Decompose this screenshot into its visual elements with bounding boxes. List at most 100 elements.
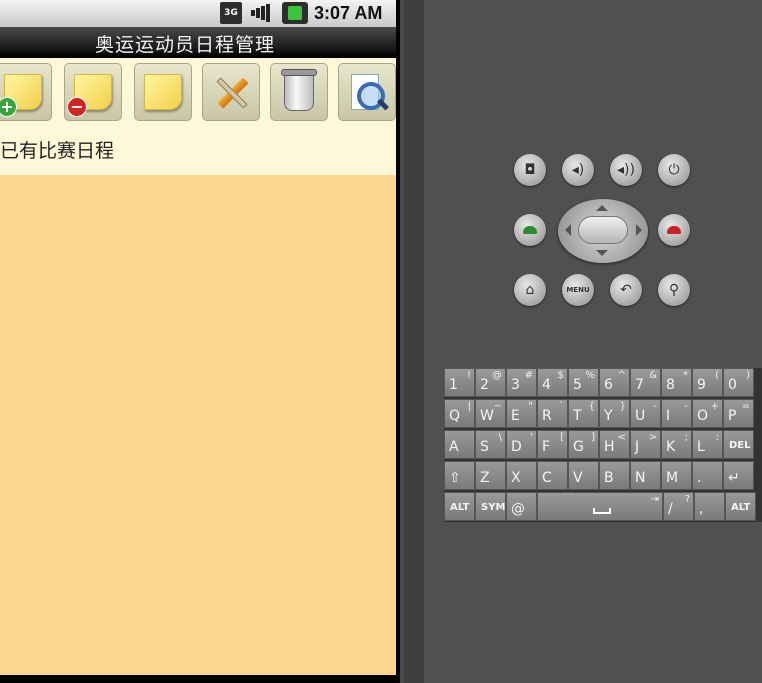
key-v[interactable]: V	[568, 461, 599, 490]
key-⇧[interactable]: ⇧	[444, 461, 475, 490]
key-l[interactable]: L:	[692, 430, 723, 459]
phone-screen: 3G 3:07 AM 奥运运动员日程管理 + − 已有比赛日程	[0, 0, 400, 683]
dpad-center-button[interactable]	[578, 216, 628, 244]
volume-up-icon: ◂))	[617, 162, 635, 178]
key-s[interactable]: S \	[475, 430, 506, 459]
key-o[interactable]: O +	[692, 399, 723, 428]
key-r[interactable]: R `	[537, 399, 568, 428]
power-button[interactable]: ⏻	[658, 154, 690, 186]
key-alt[interactable]: ALT	[725, 492, 756, 521]
key-4[interactable]: 4 $	[537, 368, 568, 397]
menu-label: MENU	[566, 286, 590, 294]
key-space[interactable]: ⇥	[537, 492, 663, 521]
key-i[interactable]: I-	[661, 399, 692, 428]
emulator-control-panel	[424, 0, 762, 683]
key-5[interactable]: 5%	[568, 368, 599, 397]
key-3[interactable]: 3 #	[506, 368, 537, 397]
status-bar: 3G 3:07 AM	[0, 0, 400, 27]
volume-down-icon: ◂)	[571, 162, 585, 178]
key-y[interactable]: Y}	[599, 399, 630, 428]
power-icon: ⏻	[668, 162, 680, 178]
emulator-keyboard: 1! 2 @3 #4 $5% 6 ^ 7 & 8 * 9(0) Q | W ~ E " R ` T{Y} U - I - O + P…	[444, 368, 762, 522]
pencil-ruler-icon	[211, 72, 251, 112]
add-note-button[interactable]: +	[0, 63, 52, 121]
note-button[interactable]	[134, 63, 192, 121]
search-hw-button[interactable]: ⚲	[658, 274, 690, 306]
key-.[interactable]: .	[692, 461, 723, 490]
battery-icon	[282, 2, 308, 24]
key-g[interactable]: G]	[568, 430, 599, 459]
key-e[interactable]: E "	[506, 399, 537, 428]
home-button[interactable]: ⌂	[514, 274, 546, 306]
schedule-list[interactable]	[0, 175, 396, 675]
key-7[interactable]: 7 &	[630, 368, 661, 397]
signal-strength-icon	[248, 2, 274, 24]
dpad-down-icon[interactable]	[596, 250, 608, 256]
key-n[interactable]: N	[630, 461, 661, 490]
key-t[interactable]: T{	[568, 399, 599, 428]
key-m[interactable]: M	[661, 461, 692, 490]
network-3g-icon: 3G	[220, 2, 242, 24]
delete-note-button[interactable]: −	[64, 63, 122, 121]
key-del[interactable]: DEL	[723, 430, 754, 459]
dpad-right-icon[interactable]	[636, 224, 642, 236]
end-call-button[interactable]	[658, 214, 690, 246]
search-button[interactable]	[338, 63, 396, 121]
key-alt[interactable]: ALT	[444, 492, 475, 521]
key-w[interactable]: W ~	[475, 399, 506, 428]
edit-button[interactable]	[202, 63, 260, 121]
key-6[interactable]: 6 ^	[599, 368, 630, 397]
key-a[interactable]: A	[444, 430, 475, 459]
phone-call-icon	[523, 226, 537, 234]
key-@[interactable]: @	[506, 492, 537, 521]
note-remove-icon: −	[67, 74, 112, 117]
key-sym[interactable]: SYM	[475, 492, 506, 521]
key-k[interactable]: K;	[661, 430, 692, 459]
app-title: 奥运运动员日程管理	[95, 34, 276, 56]
key-j[interactable]: J >	[630, 430, 661, 459]
app-title-bar: 奥运运动员日程管理	[0, 27, 400, 59]
key-x[interactable]: X	[506, 461, 537, 490]
key-9[interactable]: 9(	[692, 368, 723, 397]
key-b[interactable]: B	[599, 461, 630, 490]
call-button[interactable]	[514, 214, 546, 246]
search-icon: ⚲	[668, 282, 680, 298]
menu-button[interactable]: MENU	[562, 274, 594, 306]
key-f[interactable]: F[	[537, 430, 568, 459]
trash-icon	[281, 69, 317, 111]
key-/[interactable]: /?	[663, 492, 694, 521]
key-d[interactable]: D '	[506, 430, 537, 459]
app-content: + − 已有比赛日程	[0, 58, 396, 675]
phone-bezel	[396, 0, 400, 683]
key-8[interactable]: 8 *	[661, 368, 692, 397]
volume-down-button[interactable]: ◂)	[562, 154, 594, 186]
keyboard-row-4: ⇧ Z X C V B N M. ↵	[444, 461, 762, 491]
key-z[interactable]: Z	[475, 461, 506, 490]
key-,[interactable]: ,	[694, 492, 725, 521]
keyboard-row-1: 1! 2 @3 #4 $5% 6 ^ 7 & 8 * 9(0)	[444, 368, 762, 398]
panel-separator	[404, 0, 424, 683]
keyboard-row-5: ALT SYM @ ⇥ /?, ALT	[444, 492, 762, 522]
back-button[interactable]: ↶	[610, 274, 642, 306]
dpad-up-icon[interactable]	[596, 205, 608, 211]
volume-up-button[interactable]: ◂))	[610, 154, 642, 186]
key-c[interactable]: C	[537, 461, 568, 490]
key-q[interactable]: Q |	[444, 399, 475, 428]
key-p[interactable]: P =	[723, 399, 754, 428]
key-2[interactable]: 2 @	[475, 368, 506, 397]
end-call-icon	[667, 226, 681, 234]
key-0[interactable]: 0)	[723, 368, 754, 397]
trash-button[interactable]	[270, 63, 328, 121]
status-time: 3:07 AM	[314, 3, 383, 23]
key-h[interactable]: H <	[599, 430, 630, 459]
home-icon: ⌂	[525, 282, 535, 298]
back-icon: ↶	[620, 282, 632, 298]
keyboard-row-3: A S \ D ' F[G] H < J > K; L: DEL	[444, 430, 762, 460]
key-u[interactable]: U-	[630, 399, 661, 428]
key-↵[interactable]: ↵	[723, 461, 754, 490]
note-icon	[144, 74, 182, 110]
dpad-left-icon[interactable]	[565, 224, 571, 236]
camera-button[interactable]: ◘	[514, 154, 546, 186]
key-1[interactable]: 1!	[444, 368, 475, 397]
toolbar: + −	[0, 60, 396, 124]
